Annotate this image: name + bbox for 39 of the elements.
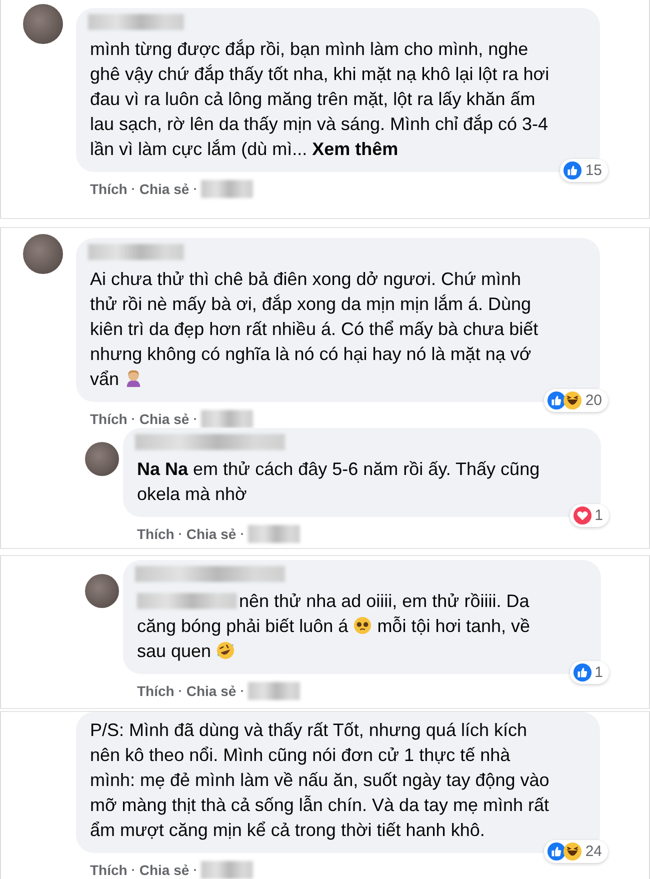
avatar[interactable] [22,4,62,44]
share-link[interactable]: Chia sẻ [186,683,236,699]
like-link[interactable]: Thích [90,411,128,427]
comment-text: Na Na em thử cách đây 5-6 năm rồi ấy. Thấy cũng okela mà nhờ [137,458,541,506]
like-link[interactable]: Thích [137,683,174,699]
reaction-badge[interactable]: 20 [544,389,608,412]
like-link[interactable]: Thích [90,862,128,878]
reaction-badge[interactable]: 1 [570,504,609,527]
thumbs-up-icon [572,663,592,682]
blurred-time [201,410,254,428]
thumbs-up-icon [547,391,566,410]
laughing-face-icon [563,391,582,410]
share-link[interactable]: Chia sẻ [186,526,236,542]
avatar[interactable] [22,234,62,274]
comment-text: nên thử nha ad oiiii, em thử rồiiii. Da căng bóng phải biết luôn á mỗi tội hơi tanh, về sau quen [137,590,532,663]
like-link[interactable]: Thích [90,181,128,197]
reaction-badge[interactable]: 24 [544,840,608,863]
blurred-time [248,525,300,543]
share-link[interactable]: Chia sẻ [139,411,190,427]
share-link[interactable]: Chia sẻ [139,181,190,197]
blurred-time [201,180,254,198]
blurred-time [248,682,300,700]
laughing-face-icon [563,842,582,861]
see-more-link[interactable]: Xem thêm [312,139,398,159]
reaction-badge[interactable]: 15 [560,159,608,182]
comment-text: mình từng được đắp rồi, bạn mình làm cho mình, nghe ghê vậy chứ đắp thấy tốt nha, khi mặt nạ khô lại lột ra hơi đau vì ra luôn cả lông măng trên mặt, lột ra lấy khăn ấm lau sạch, rờ lên da thấy mịn và sáng. Mình chỉ đắp có 3-4 lần vì làm cực lắm (dù mì... Xem thêm [90,38,550,161]
comment-text: Ai chưa thử thì chê bả điên xong dở ngươi. Chứ mình thử rồi nè mấy bà ơi, đắp xong da mịn mịn lắm á. Dùng kiên trì da đẹp hơn rất nhiều á. Có thể mấy bà chưa biết nhưng không có nghĩa là nó có hại hay nó là mặt nạ vớ vẩn [90,268,540,391]
blurred-time [201,861,254,879]
comment-text: P/S: Mình đã dùng và thấy rất Tốt, nhưng quá lích kích nên kô theo nổi. Mình cũng nói đơn cử 1 thực tế nhà mình: mẹ đẻ mình làm về nấu ăn, suốt ngày tay động vào mỡ màng thịt thà cả sống lẫn chín. Và da tay mẹ mình rất ẩm mượt căng mịn kể cả trong thời tiết hanh khô. [90,719,550,842]
like-link[interactable]: Thích [137,526,174,542]
face-emoji-icon [216,641,236,660]
avatar[interactable] [85,574,119,608]
face-emoji-icon [353,616,372,635]
share-link[interactable]: Chia sẻ [139,862,190,878]
thumbs-up-icon [563,161,582,180]
avatar[interactable] [85,442,119,476]
thumbs-up-icon [547,842,566,861]
reaction-badge[interactable]: 1 [570,661,609,684]
mention-link[interactable]: Na Na [137,459,188,479]
